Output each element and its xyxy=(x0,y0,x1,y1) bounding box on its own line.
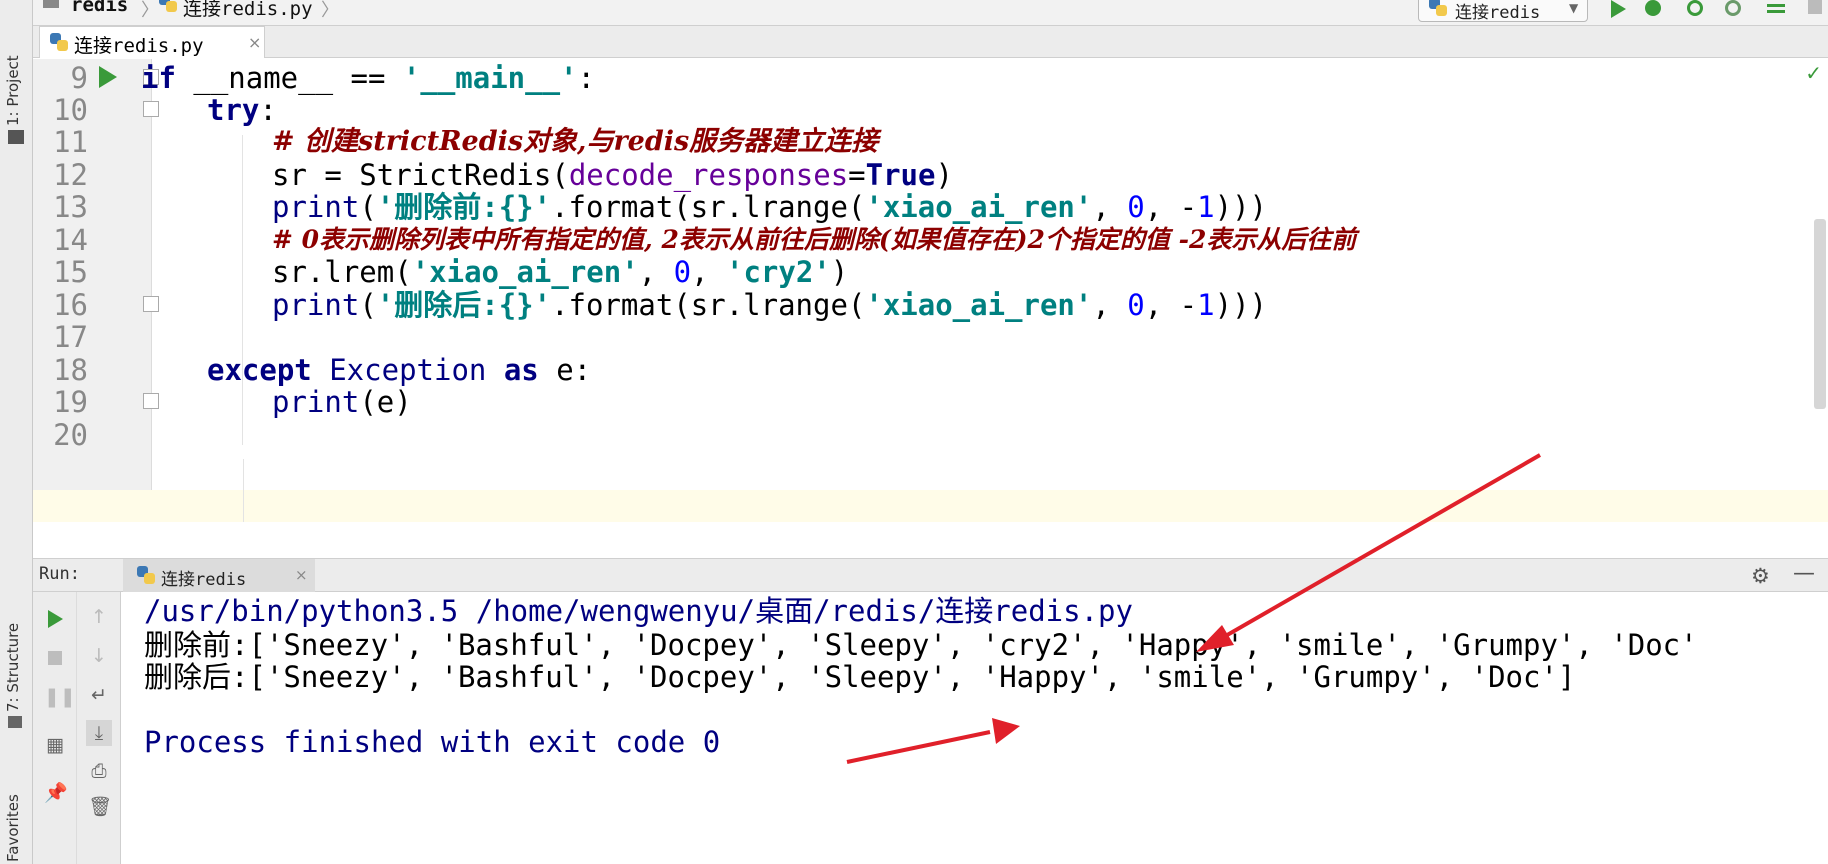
annotation-arrows xyxy=(846,453,1541,764)
annotation-arrow-1 xyxy=(1196,453,1541,652)
annotation-arrow-2 xyxy=(846,718,1020,764)
